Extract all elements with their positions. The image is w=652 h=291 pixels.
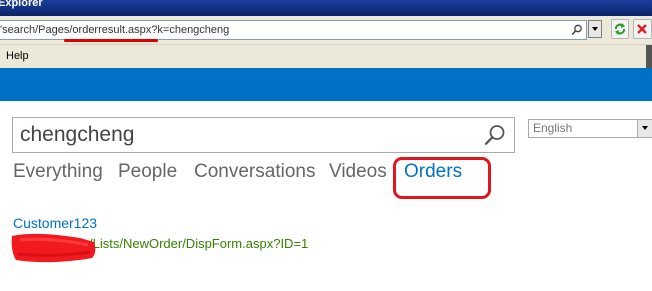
address-url[interactable]: 'search/Pages/orderresult.aspx?k=chengch…	[0, 21, 229, 39]
language-dropdown-arrow[interactable]	[637, 120, 652, 137]
orders-annotation-circle	[393, 157, 491, 199]
search-box	[12, 117, 515, 153]
menubar-edge	[646, 45, 652, 69]
refresh-icon	[615, 23, 625, 35]
tab-videos[interactable]: Videos	[329, 161, 387, 183]
stop-icon	[637, 24, 647, 34]
suite-bar	[0, 68, 652, 101]
language-select[interactable]: English	[528, 119, 652, 138]
search-icon[interactable]	[484, 124, 506, 146]
result-url: /Lists/NewOrder/DispForm.aspx?ID=1	[89, 236, 309, 251]
language-selected: English	[533, 121, 573, 135]
tab-people[interactable]: People	[118, 161, 177, 183]
window-titlebar: Explorer	[0, 0, 652, 16]
menu-item-help[interactable]: Help	[6, 50, 29, 62]
tab-everything[interactable]: Everything	[13, 161, 103, 183]
redaction-scribble	[11, 233, 96, 263]
stop-button[interactable]	[633, 19, 652, 39]
address-search-icon[interactable]	[571, 24, 583, 36]
address-dropdown-button[interactable]	[588, 20, 602, 38]
menu-bar: Help	[0, 44, 652, 69]
refresh-button[interactable]	[611, 19, 629, 39]
tab-conversations[interactable]: Conversations	[194, 161, 315, 183]
address-bar-row: 'search/Pages/orderresult.aspx?k=chengch…	[0, 16, 652, 44]
address-bar[interactable]: 'search/Pages/orderresult.aspx?k=chengch…	[0, 20, 587, 40]
window-title: Explorer	[0, 0, 43, 9]
url-highlight-underline	[64, 39, 158, 42]
search-input[interactable]	[13, 118, 480, 152]
